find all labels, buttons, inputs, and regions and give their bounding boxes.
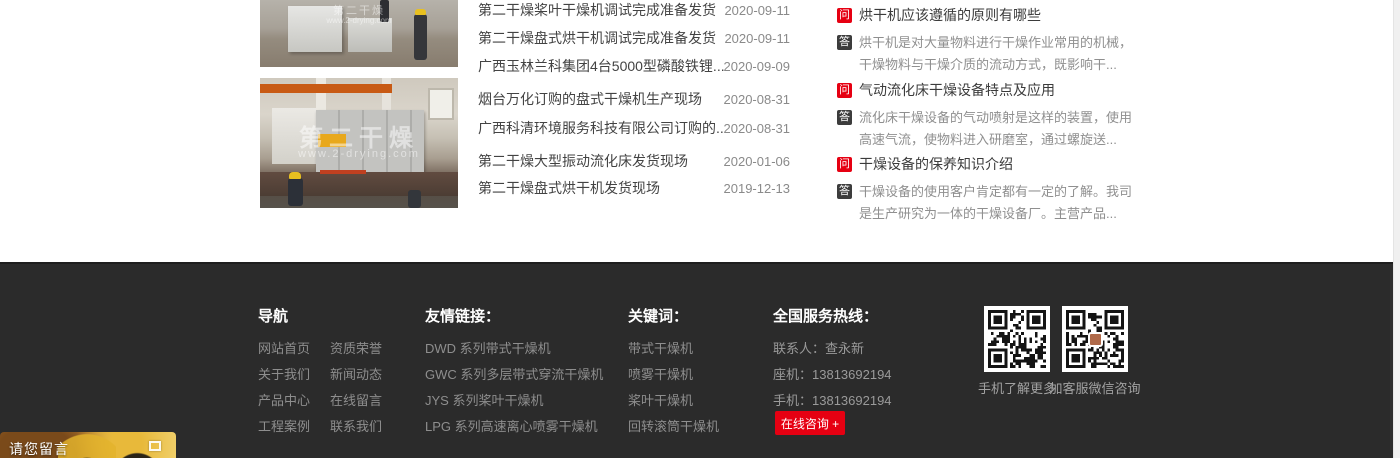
answer-badge: 答: [837, 35, 852, 50]
hard-hat-shape: [289, 172, 301, 179]
footer-heading-keywords: 关键词：: [628, 305, 688, 326]
faq-question-link[interactable]: 问 烘干机应该遵循的原则有哪些: [837, 5, 1140, 25]
news-item: 烟台万化订购的盘式干燥机生产现场 2020-08-31: [478, 89, 790, 109]
news-photo-truck-loading[interactable]: 第二干燥 www.2-drying.com: [260, 78, 458, 208]
answer-badge: 答: [837, 110, 852, 125]
footer-link-message[interactable]: 在线留言: [330, 390, 382, 409]
news-date: 2020-09-09: [724, 59, 791, 74]
news-link[interactable]: 烟台万化订购的盘式干燥机生产现场: [478, 89, 702, 109]
footer-heading-nav: 导航: [258, 305, 288, 326]
answer-badge: 答: [837, 184, 852, 199]
footer-inner: 导航 网站首页 关于我们 产品中心 工程案例 资质荣誉 新闻动态 在线留言 联系…: [258, 264, 1142, 458]
footer-link-about[interactable]: 关于我们: [258, 364, 310, 383]
news-item: 第二干燥盘式烘干机发货现场 2019-12-13: [478, 178, 790, 198]
question-badge: 问: [837, 83, 852, 98]
footer-link-honors[interactable]: 资质荣誉: [330, 338, 382, 357]
qr-caption-wechat: 加客服微信咨询: [1040, 378, 1150, 397]
worker-figure: [380, 0, 389, 22]
news-date: 2020-08-31: [724, 92, 791, 107]
footer-link-home[interactable]: 网站首页: [258, 338, 310, 357]
footer-link-projects[interactable]: 工程案例: [258, 416, 310, 435]
wechat-avatar-icon: [1088, 332, 1103, 347]
friendly-link-lpg[interactable]: LPG 系列高速离心喷雾干燥机: [425, 416, 598, 435]
online-consult-button[interactable]: 在线咨询 +: [775, 411, 845, 435]
faq-answer: 答 流化床干燥设备的气动喷射是这样的装置，使用高速气流，使物料进入研磨室，通过螺…: [837, 107, 1140, 151]
worker-figure: [408, 190, 421, 208]
faq-question-link[interactable]: 问 气动流化床干燥设备特点及应用: [837, 80, 1140, 100]
news-link[interactable]: 广西科清环境服务科技有限公司订购的...: [478, 118, 724, 138]
footer-link-news[interactable]: 新闻动态: [330, 364, 382, 383]
news-link[interactable]: 第二干燥盘式烘干机发货现场: [478, 178, 660, 198]
hard-hat-shape: [415, 9, 426, 15]
machine-accent-shape: [318, 134, 346, 147]
news-photo-workshop[interactable]: 第二干燥 www.2-drying.com: [260, 0, 458, 67]
friendly-link-dwd[interactable]: DWD 系列带式干燥机: [425, 338, 551, 357]
faq-answer-text: 烘干机是对大量物料进行干燥作业常用的机械，干燥物料与干燥介质的流动方式，既影响干…: [859, 32, 1140, 76]
news-link[interactable]: 第二干燥盘式烘干机调试完成准备发货: [478, 28, 716, 48]
footer-heading-hotline: 全国服务热线：: [773, 305, 878, 326]
qr-pattern: [988, 310, 1046, 368]
news-date: 2020-01-06: [724, 154, 791, 169]
news-link[interactable]: 第二干燥桨叶干燥机调试完成准备发货: [478, 0, 716, 20]
news-date: 2020-09-11: [724, 3, 790, 18]
leave-message-widget[interactable]: 请您留言: [0, 432, 176, 458]
news-date: 2020-08-31: [724, 121, 791, 136]
wrapped-equipment-shape: [272, 108, 316, 164]
question-badge: 问: [837, 157, 852, 172]
qr-code-mobile-site: [984, 306, 1050, 372]
news-item: 广西玉林兰科集团4台5000型磷酸铁锂... 2020-09-09: [478, 56, 790, 76]
hotline-contact-person: 联系人：查永新: [773, 338, 864, 357]
friendly-link-jys[interactable]: JYS 系列桨叶干燥机: [425, 390, 543, 409]
faq-question-text: 烘干机应该遵循的原则有哪些: [859, 5, 1041, 25]
faq-item: 问 干燥设备的保养知识介绍 答 干燥设备的使用客户肯定都有一定的了解。我司是生产…: [837, 154, 1140, 225]
news-item: 第二干燥桨叶干燥机调试完成准备发货 2020-09-11: [478, 0, 790, 20]
news-item: 第二干燥盘式烘干机调试完成准备发货 2020-09-11: [478, 28, 790, 48]
faq-question-text: 干燥设备的保养知识介绍: [859, 154, 1013, 174]
faq-item: 问 烘干机应该遵循的原则有哪些 答 烘干机是对大量物料进行干燥作业常用的机械，干…: [837, 5, 1140, 76]
footer-link-products[interactable]: 产品中心: [258, 390, 310, 409]
hotline-mobile: 手机：13813692194: [773, 390, 892, 409]
keyword-link-spray-dryer[interactable]: 喷雾干燥机: [628, 364, 693, 383]
factory-window-shape: [428, 88, 454, 120]
crane-beam-shape: [260, 84, 392, 93]
content-section: 第二干燥 www.2-drying.com 第二干燥 www.2-drying.…: [258, 0, 1142, 210]
faq-question-text: 气动流化床干燥设备特点及应用: [859, 80, 1055, 100]
friendly-link-gwc[interactable]: GWC 系列多层带式穿流干燥机: [425, 364, 603, 383]
footer-heading-friendly-links: 友情链接：: [425, 305, 500, 326]
news-date: 2019-12-13: [724, 181, 791, 196]
wrapped-equipment-shape: [348, 18, 392, 52]
page-scrollbar[interactable]: [1393, 0, 1400, 458]
leave-message-label: 请您留言: [9, 439, 69, 458]
keyword-link-paddle-dryer[interactable]: 桨叶干燥机: [628, 390, 693, 409]
keyword-link-drum-dryer[interactable]: 回转滚筒干燥机: [628, 416, 719, 435]
worker-figure: [414, 14, 427, 60]
minimize-icon[interactable]: [149, 441, 161, 451]
footer-link-contact[interactable]: 联系我们: [330, 416, 382, 435]
faq-list: 问 烘干机应该遵循的原则有哪些 答 烘干机是对大量物料进行干燥作业常用的机械，干…: [837, 0, 1140, 208]
faq-answer-text: 干燥设备的使用客户肯定都有一定的了解。我司是生产研究为一体的干燥设备厂。主营产品…: [859, 181, 1140, 225]
worker-figure: [288, 178, 303, 206]
faq-answer: 答 烘干机是对大量物料进行干燥作业常用的机械，干燥物料与干燥介质的流动方式，既影…: [837, 32, 1140, 76]
faq-item: 问 气动流化床干燥设备特点及应用 答 流化床干燥设备的气动喷射是这样的装置，使用…: [837, 80, 1140, 151]
news-link[interactable]: 广西玉林兰科集团4台5000型磷酸铁锂...: [478, 56, 724, 76]
strap-shape: [320, 170, 366, 174]
news-item: 广西科清环境服务科技有限公司订购的... 2020-08-31: [478, 118, 790, 138]
news-list: 第二干燥桨叶干燥机调试完成准备发货 2020-09-11 第二干燥盘式烘干机调试…: [478, 0, 790, 208]
question-badge: 问: [837, 8, 852, 23]
news-link[interactable]: 第二干燥大型振动流化床发货现场: [478, 151, 688, 171]
site-footer: 导航 网站首页 关于我们 产品中心 工程案例 资质荣誉 新闻动态 在线留言 联系…: [0, 262, 1393, 458]
hotline-landline: 座机：13813692194: [773, 364, 892, 383]
page: 第二干燥 www.2-drying.com 第二干燥 www.2-drying.…: [0, 0, 1400, 458]
faq-answer: 答 干燥设备的使用客户肯定都有一定的了解。我司是生产研究为一体的干燥设备厂。主营…: [837, 181, 1140, 225]
faq-answer-text: 流化床干燥设备的气动喷射是这样的装置，使用高速气流，使物料进入研磨室，通过螺旋送…: [859, 107, 1140, 151]
wrapped-equipment-shape: [288, 6, 342, 52]
faq-question-link[interactable]: 问 干燥设备的保养知识介绍: [837, 154, 1140, 174]
keyword-link-belt-dryer[interactable]: 带式干燥机: [628, 338, 693, 357]
news-item: 第二干燥大型振动流化床发货现场 2020-01-06: [478, 151, 790, 171]
news-date: 2020-09-11: [724, 31, 790, 46]
